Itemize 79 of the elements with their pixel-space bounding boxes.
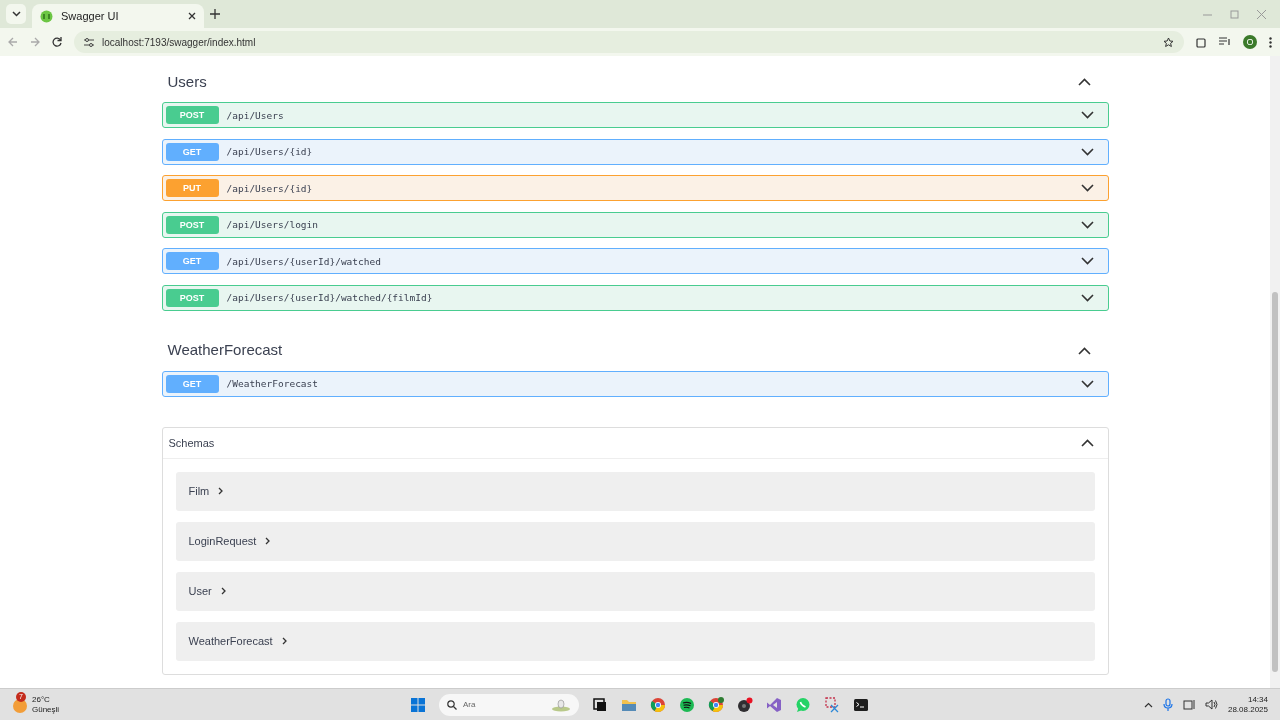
endpoint-path: /api/Users/login	[226, 219, 319, 231]
windows-start-icon[interactable]	[410, 696, 426, 713]
microphone-icon[interactable]	[1162, 698, 1173, 711]
ide-icon[interactable]	[766, 696, 782, 713]
task-view-icon[interactable]	[592, 696, 608, 713]
chevron-right-icon[interactable]	[265, 537, 271, 546]
method-badge: POST	[165, 106, 219, 124]
new-tab-icon[interactable]	[210, 9, 220, 19]
address-bar[interactable]: localhost:7193/swagger/index.html	[74, 31, 1184, 53]
chevron-down-icon[interactable]	[1080, 147, 1094, 156]
terminal-icon[interactable]	[853, 696, 869, 713]
chevron-right-icon[interactable]	[281, 637, 287, 646]
chevron-up-icon[interactable]	[1077, 78, 1091, 86]
model-name: Film	[188, 485, 210, 498]
method-badge: POST	[165, 215, 219, 234]
music-app-icon[interactable]	[679, 696, 695, 713]
schema-model-row[interactable]: Film	[175, 471, 1095, 511]
profile-avatar[interactable]: O	[1243, 35, 1257, 49]
model-name: WeatherForecast	[188, 635, 273, 648]
model-name: User	[188, 585, 212, 598]
endpoint-row[interactable]: POST /api/Users/{userId}/watched/{filmId}	[161, 284, 1109, 311]
endpoint-path: /api/Users	[226, 109, 285, 121]
method-badge: GET	[165, 142, 219, 161]
reload-icon[interactable]	[52, 37, 62, 47]
method-badge: PUT	[165, 179, 219, 198]
menu-icon[interactable]	[1269, 36, 1272, 48]
method-badge: GET	[165, 252, 219, 271]
endpoint-path: /api/Users/{userId}/watched	[226, 255, 382, 267]
endpoint-row[interactable]: GET /api/Users/{id}	[161, 138, 1109, 165]
endpoint-row[interactable]: GET /api/Users/{userId}/watched	[161, 248, 1109, 275]
chevron-down-icon[interactable]	[1080, 220, 1094, 229]
browser-tab[interactable]: Swagger UI	[32, 4, 204, 28]
scrollbar-thumb[interactable]	[1272, 292, 1278, 672]
favicon-icon	[40, 9, 53, 23]
snipping-tool-icon[interactable]	[824, 696, 840, 713]
browser-icon[interactable]	[650, 696, 666, 713]
clock-time[interactable]: 14:34	[1247, 694, 1268, 705]
chevron-up-icon[interactable]	[1143, 701, 1153, 708]
media-control-icon[interactable]	[1219, 37, 1231, 47]
schema-model-row[interactable]: User	[175, 571, 1095, 611]
endpoint-path: /api/Users/{userId}/watched/{filmId}	[226, 292, 434, 304]
recorder-icon[interactable]	[737, 696, 753, 713]
extensions-icon[interactable]	[1196, 36, 1207, 48]
endpoint-row[interactable]: GET /WeatherForecast	[161, 370, 1109, 397]
tag-heading[interactable]: WeatherForecast	[167, 341, 283, 359]
chevron-down-icon[interactable]	[1080, 111, 1094, 119]
volume-icon[interactable]	[1204, 699, 1218, 710]
clock-date[interactable]: 28.08.2025	[1227, 704, 1268, 715]
schema-model-row[interactable]: WeatherForecast	[175, 621, 1095, 661]
search-icon	[447, 699, 457, 710]
endpoint-row[interactable]: POST /api/Users	[161, 102, 1109, 128]
chevron-right-icon[interactable]	[218, 487, 224, 496]
weather-condition: Güneşli	[32, 704, 60, 715]
chevron-down-icon[interactable]	[1080, 293, 1094, 302]
network-icon[interactable]	[1182, 699, 1195, 710]
star-icon[interactable]	[1163, 36, 1174, 48]
model-name: LoginRequest	[188, 535, 257, 548]
method-badge: GET	[165, 374, 219, 393]
endpoint-row[interactable]: PUT /api/Users/{id}	[161, 175, 1109, 202]
schemas-heading[interactable]: Schemas	[168, 436, 215, 449]
temperature: 26°C	[32, 694, 51, 705]
site-settings-icon[interactable]	[84, 37, 94, 47]
endpoint-path: /api/Users/{id}	[226, 182, 314, 194]
tag-heading[interactable]: Users	[167, 72, 207, 90]
search-field[interactable]: Ara	[439, 693, 579, 716]
close-icon[interactable]	[188, 12, 196, 20]
chevron-down-icon[interactable]	[1080, 379, 1094, 388]
chevron-down-icon[interactable]	[1080, 184, 1094, 193]
endpoint-row[interactable]: POST /api/Users/login	[161, 211, 1109, 238]
chevron-up-icon[interactable]	[1077, 346, 1091, 355]
endpoint-path: /WeatherForecast	[226, 378, 319, 390]
tab-list-icon[interactable]	[11, 11, 21, 17]
endpoint-path: /api/Users/{id}	[226, 146, 314, 158]
chevron-up-icon[interactable]	[1080, 438, 1094, 447]
schema-model-row[interactable]: LoginRequest	[175, 521, 1095, 561]
chevron-right-icon[interactable]	[220, 587, 226, 596]
chevron-down-icon[interactable]	[1080, 257, 1094, 266]
method-badge: POST	[165, 288, 219, 307]
browser-icon[interactable]	[708, 696, 724, 713]
